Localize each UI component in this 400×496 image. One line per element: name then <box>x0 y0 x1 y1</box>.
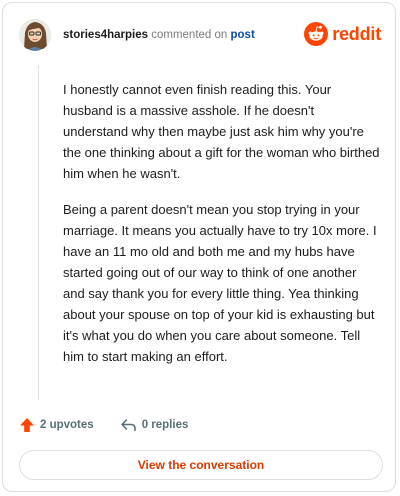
view-conversation-button[interactable]: View the conversation <box>19 450 383 480</box>
replies-button[interactable]: 0 replies <box>120 417 189 433</box>
comment-paragraph: Being a parent doesn't mean you stop try… <box>63 202 377 364</box>
comment-embed-card: stories4harpies commented on post reddit… <box>2 2 396 492</box>
comment-header: stories4harpies commented on post <box>63 29 255 41</box>
comment-body: I honestly cannot even finish reading th… <box>63 79 381 382</box>
post-link[interactable]: post <box>231 29 255 41</box>
reddit-alien-icon <box>304 22 329 46</box>
upvote-arrow-icon <box>20 418 34 432</box>
thread-line <box>38 65 39 400</box>
upvote-button[interactable]: 2 upvotes <box>19 417 94 433</box>
upvote-count: 2 upvotes <box>40 419 94 431</box>
reddit-logo[interactable]: reddit <box>304 22 381 46</box>
reply-count: 0 replies <box>141 419 189 431</box>
username-link[interactable]: stories4harpies <box>63 29 148 41</box>
comment-paragraph: I honestly cannot even finish reading th… <box>63 82 380 181</box>
user-avatar-icon <box>19 19 51 51</box>
view-conversation-label: View the conversation <box>137 458 265 472</box>
reddit-wordmark: reddit <box>332 23 381 44</box>
user-avatar[interactable] <box>19 19 51 51</box>
comment-actions: 2 upvotes 0 replies <box>19 417 214 433</box>
reply-arrow-icon <box>120 419 136 432</box>
commented-on-text: commented on <box>151 29 228 41</box>
